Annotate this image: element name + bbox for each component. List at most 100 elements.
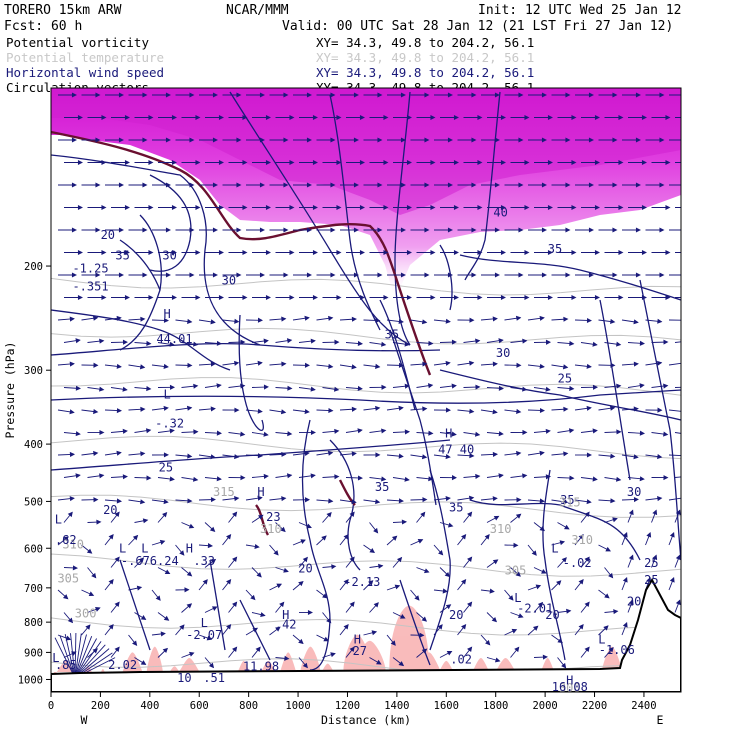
vector-head <box>687 475 691 479</box>
extrema-label: H <box>257 485 264 499</box>
model-title: TORERO 15km ARW <box>4 3 122 18</box>
extrema-label: -2.07 <box>186 628 222 642</box>
x-end-label-left: W <box>81 713 88 727</box>
x-tick-label: 800 <box>239 700 258 712</box>
y-tick-label: 500 <box>24 496 43 508</box>
extrema-label: .62 <box>55 533 77 547</box>
extrema-label: -1.25 <box>72 261 108 275</box>
extrema-label: 44.01 <box>156 332 192 346</box>
wind-label: 25 <box>159 461 173 475</box>
cross-section-figure: TORERO 15km ARW NCAR/MMM Init: 12 UTC We… <box>3 3 693 727</box>
wind-label: 20 <box>103 503 117 517</box>
extrema-label: 2.02 <box>108 658 137 672</box>
theta-label: 310 <box>490 522 512 536</box>
extrema-label: H <box>186 542 193 556</box>
wind-label: 30 <box>627 485 641 499</box>
x-tick-label: 2400 <box>631 700 656 712</box>
x-tick-label: 2200 <box>582 700 607 712</box>
field-xy: XY= 34.3, 49.8 to 204.2, 56.1 <box>316 50 534 65</box>
field-xy: XY= 34.3, 49.8 to 204.2, 56.1 <box>316 65 534 80</box>
extrema-label: 47 40 <box>438 443 474 457</box>
x-tick-label: 1800 <box>483 700 508 712</box>
vector-head <box>683 183 687 187</box>
x-tick-label: 1400 <box>384 700 409 712</box>
vector-head <box>680 320 681 323</box>
wind-label: 30 <box>162 249 176 263</box>
extrema-label: -2.13 <box>344 575 380 589</box>
extrema-label: .02 <box>450 653 472 667</box>
vector-head <box>680 454 681 459</box>
valid-time: Valid: 00 UTC Sat 28 Jan 12 (21 LST Fri … <box>282 19 673 34</box>
extrema-label: L <box>163 388 170 402</box>
vector-shaft <box>674 386 681 388</box>
vector-head <box>680 360 681 365</box>
vector-head <box>680 410 681 414</box>
vector-head <box>689 116 693 120</box>
y-tick-label: 200 <box>24 261 43 273</box>
extrema-label: -.676.24 <box>121 554 179 568</box>
theta-label: 300 <box>75 606 97 620</box>
extrema-label: .85 <box>55 658 77 672</box>
wind-label: 20 <box>449 608 463 622</box>
y-axis-label: Pressure (hPa) <box>3 342 17 439</box>
wind-label: 35 <box>385 327 399 341</box>
header: TORERO 15km ARW NCAR/MMM Init: 12 UTC We… <box>4 3 682 95</box>
y-tick-label: 600 <box>24 543 43 555</box>
vector-head <box>683 138 687 142</box>
y-tick-label: 700 <box>24 583 43 595</box>
wind-label: 25 <box>644 573 658 587</box>
field-legend: Potential vorticity XY= 34.3, 49.8 to 204… <box>6 35 534 95</box>
extrema-label: -.02 <box>563 556 592 570</box>
field-name: Potential vorticity <box>6 35 149 50</box>
extrema-label: H <box>163 307 170 321</box>
extrema-label: -1.06 <box>599 643 635 657</box>
extrema-label: 23 <box>266 510 280 524</box>
wind-label: 25 <box>558 372 572 386</box>
y-tick-label: 400 <box>24 439 43 451</box>
extrema-label: -2.01 <box>517 601 553 615</box>
theta-label: 315 <box>559 496 581 510</box>
extrema-label: -.351 <box>72 280 108 294</box>
wind-label: 40 <box>493 206 507 220</box>
wind-label: 35 <box>449 501 463 515</box>
forecast-hour: Fcst: 60 h <box>4 19 82 34</box>
vector-head <box>689 296 693 300</box>
vector-head <box>689 251 693 255</box>
vector-head <box>687 433 691 437</box>
wind-label: 20 <box>298 562 312 576</box>
field-name: Horizontal wind speed <box>6 65 164 80</box>
theta-label: 305 <box>505 564 527 578</box>
vector-head <box>687 339 691 343</box>
vector-head <box>683 93 687 97</box>
x-end-label-right: E <box>657 713 664 727</box>
x-tick-label: 2000 <box>532 700 557 712</box>
wind-label: 20 <box>627 595 641 609</box>
theta-label: 310 <box>571 533 593 547</box>
y-tick-label: 900 <box>24 647 43 659</box>
extrema-label: .42 <box>275 618 297 632</box>
extrema-label: H <box>445 427 452 441</box>
extrema-label: 27 <box>353 644 367 658</box>
wind-label: 25 <box>644 556 658 570</box>
extrema-label: 11.98 <box>243 659 279 673</box>
x-axis-label: Distance (km) <box>321 713 411 727</box>
x-tick-label: 1600 <box>434 700 459 712</box>
y-tick-label: 1000 <box>18 674 43 686</box>
extrema-label: L <box>551 542 558 556</box>
init-time: Init: 12 UTC Wed 25 Jan 12 <box>478 3 682 18</box>
theta-label: 315 <box>213 485 235 499</box>
field-name: Potential temperature <box>6 50 164 65</box>
x-tick-label: 0 <box>48 700 54 712</box>
extrema-label: .51 <box>203 671 225 685</box>
x-tick-label: 1000 <box>285 700 310 712</box>
y-tick-label: 300 <box>24 365 43 377</box>
wind-label: 30 <box>496 346 510 360</box>
extrema-label: -.32 <box>155 417 184 431</box>
x-tick-label: 200 <box>91 700 110 712</box>
vector-head <box>687 385 691 389</box>
wind-label: 20 <box>101 228 115 242</box>
vector-head <box>689 161 693 165</box>
extrema-label: L <box>55 513 62 527</box>
wind-label: 35 <box>375 480 389 494</box>
x-axis: 0 200 400 600 800 1000 1200 1400 1600 1800 2000 220… <box>48 692 657 712</box>
